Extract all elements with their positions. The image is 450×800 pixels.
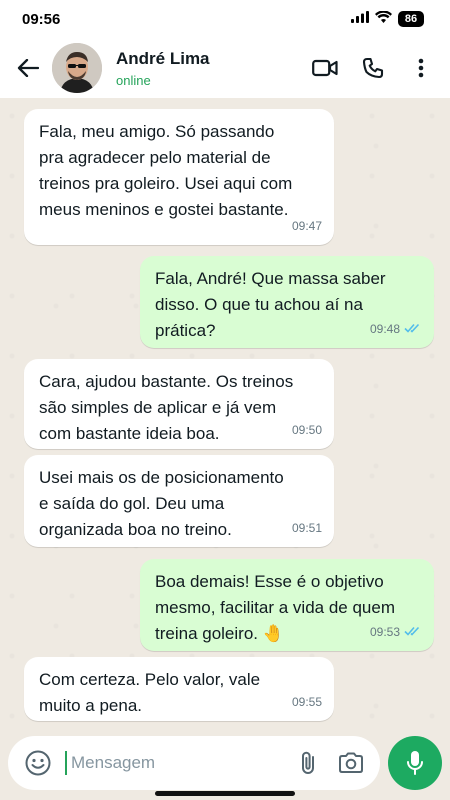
message-meta: 09:48 — [370, 316, 422, 342]
message-time: 09:48 — [369, 322, 400, 336]
status-bar: 09:56 86 — [0, 0, 450, 38]
status-indicators: 86 — [351, 10, 424, 28]
incoming-message[interactable]: Usei mais os de posicionamento e saída d… — [24, 455, 334, 547]
avatar[interactable] — [52, 43, 102, 93]
message-time: 09:47 — [291, 219, 322, 233]
input-bar — [0, 730, 450, 800]
incoming-message[interactable]: Fala, meu amigo. Só passando pra agradec… — [24, 109, 334, 245]
chat-header: André Lima online — [0, 38, 450, 98]
battery-indicator: 86 — [398, 11, 424, 27]
message-text: Fala, meu amigo. Só passando pra agradec… — [39, 122, 293, 219]
chat-area[interactable]: Fala, meu amigo. Só passando pra agradec… — [0, 98, 450, 730]
message-text: Cara, ajudou bastante. Os treinos são si… — [39, 372, 294, 443]
message-time: 09:50 — [291, 423, 322, 437]
outgoing-message[interactable]: Boa demais! Esse é o objetivo mesmo, fac… — [140, 559, 434, 651]
incoming-message[interactable]: Cara, ajudou bastante. Os treinos são si… — [24, 359, 334, 449]
contact-status: online — [116, 72, 151, 88]
message-meta: 09:51 — [292, 515, 322, 541]
contact-info[interactable]: André Lima online — [116, 49, 308, 88]
read-receipt-icon — [404, 316, 422, 342]
message-meta: 09:50 — [292, 417, 322, 443]
home-indicator — [155, 791, 295, 796]
mic-button[interactable] — [388, 736, 442, 790]
signal-icon — [351, 10, 369, 28]
message-meta: 09:55 — [292, 689, 322, 715]
message-text: Usei mais os de posicionamento e saída d… — [39, 468, 284, 539]
video-call-icon[interactable] — [308, 51, 342, 85]
back-arrow-icon[interactable] — [14, 54, 42, 82]
status-time: 09:56 — [22, 10, 61, 28]
message-text: Com certeza. Pelo valor, vale muito a pe… — [39, 670, 261, 715]
message-meta: 09:47 — [292, 213, 322, 239]
message-time: 09:51 — [291, 521, 322, 535]
wifi-icon — [375, 10, 392, 28]
message-meta: 09:53 — [370, 619, 422, 645]
outgoing-message[interactable]: Fala, André! Que massa saber disso. O qu… — [140, 256, 434, 348]
read-receipt-icon — [404, 619, 422, 645]
emoji-icon[interactable] — [22, 747, 53, 779]
camera-icon[interactable] — [335, 747, 366, 779]
attach-icon[interactable] — [292, 747, 323, 779]
message-input[interactable] — [65, 751, 292, 775]
message-composer — [8, 736, 380, 790]
header-actions — [308, 51, 438, 85]
microphone-icon — [407, 751, 423, 775]
message-time: 09:53 — [369, 625, 400, 639]
more-options-icon[interactable] — [404, 51, 438, 85]
contact-name: André Lima — [116, 48, 210, 68]
message-time: 09:55 — [291, 695, 322, 709]
incoming-message[interactable]: Com certeza. Pelo valor, vale muito a pe… — [24, 657, 334, 721]
phone-icon[interactable] — [356, 51, 390, 85]
